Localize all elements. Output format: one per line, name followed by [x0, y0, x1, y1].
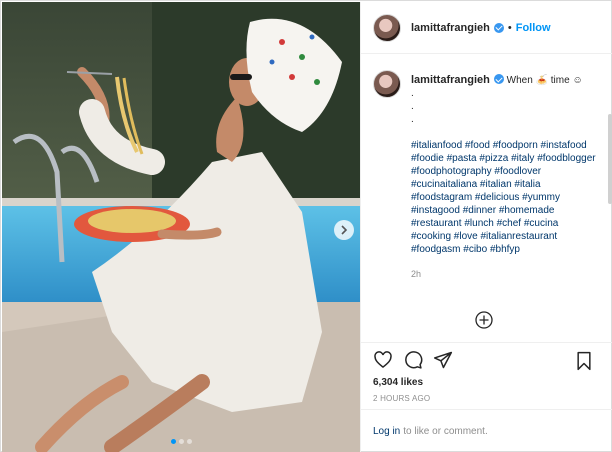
carousel-dot [186, 439, 192, 444]
caption-hashtags[interactable]: #italianfood #food #foodporn #instafood … [411, 139, 601, 256]
caption-message: When 🍝 time ☺ [506, 75, 583, 86]
post-container: lamittafrangieh • Follow lamittafrangieh… [0, 0, 612, 452]
caption-dot: . [411, 101, 414, 112]
caption-text: lamittafrangieh When 🍝 time ☺ . . . #ita… [411, 70, 601, 281]
add-circle-icon[interactable] [474, 310, 494, 330]
save-icon[interactable] [575, 351, 593, 371]
verified-badge-icon [493, 74, 504, 84]
header-username[interactable]: lamittafrangieh [411, 22, 490, 34]
photo-illustration [2, 2, 360, 452]
login-link[interactable]: Log in [373, 426, 400, 437]
avatar[interactable] [373, 70, 401, 98]
chevron-right-icon [341, 225, 348, 235]
comment-icon[interactable] [403, 350, 423, 370]
caption-section: lamittafrangieh When 🍝 time ☺ . . . #ita… [361, 54, 612, 342]
caption-dot: . [411, 88, 414, 99]
carousel-dot [178, 439, 184, 444]
next-slide-button[interactable] [334, 220, 354, 240]
carousel-indicator [2, 439, 360, 444]
carousel-dot [170, 439, 176, 444]
header-separator: • [507, 21, 512, 34]
caption-dot: . [411, 114, 414, 125]
post-sidebar: lamittafrangieh • Follow lamittafrangieh… [360, 2, 612, 452]
post-header: lamittafrangieh • Follow [361, 2, 612, 54]
avatar[interactable] [373, 13, 401, 42]
share-icon[interactable] [433, 350, 453, 370]
follow-button[interactable]: Follow [516, 22, 551, 34]
login-prompt: Log in to like or comment. [361, 409, 612, 452]
caption-username[interactable]: lamittafrangieh [411, 74, 490, 86]
post-image[interactable] [2, 2, 360, 452]
verified-badge-icon [493, 22, 504, 33]
action-bar: 6,304 likes 2 HOURS AGO [361, 342, 612, 403]
like-count[interactable]: 6,304 likes [373, 377, 601, 388]
caption-scrollbar[interactable] [608, 114, 612, 204]
post-timestamp[interactable]: 2 HOURS AGO [373, 394, 601, 403]
login-prompt-text: to like or comment. [403, 425, 488, 437]
caption-time-ago: 2h [411, 269, 422, 279]
heart-icon[interactable] [373, 350, 393, 370]
